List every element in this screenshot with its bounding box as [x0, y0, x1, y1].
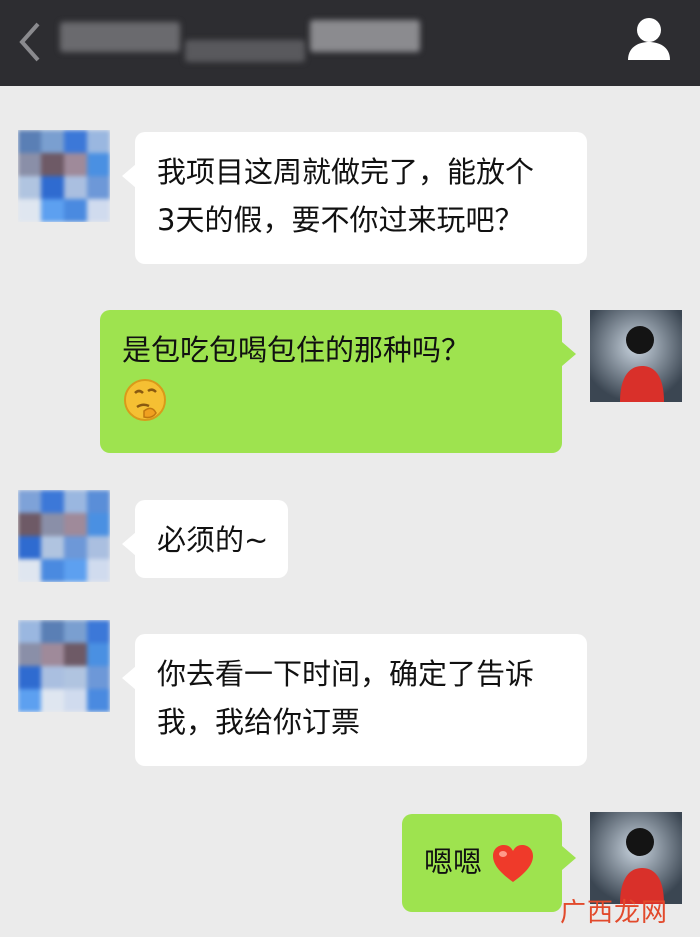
- message-row: 我项目这周就做完了，能放个 3天的假，要不你过来玩吧？: [0, 130, 700, 270]
- red-heart-icon: [493, 845, 534, 882]
- contact-name-blurred-2: [310, 20, 420, 52]
- user-photo-avatar: [590, 812, 682, 904]
- message-bubble-outgoing[interactable]: 是包吃包喝包住的那种吗？: [100, 310, 576, 453]
- message-bubble-outgoing[interactable]: 嗯嗯: [402, 814, 576, 912]
- message-text-line: 我，我给你订票: [157, 705, 361, 739]
- avatar[interactable]: [18, 490, 110, 582]
- message-text: 嗯嗯: [424, 845, 483, 879]
- message-text-line: 你去看一下时间，确定了告诉: [157, 657, 535, 691]
- avatar[interactable]: [590, 310, 682, 402]
- message-bubble-incoming[interactable]: 必须的~: [122, 500, 288, 578]
- message-bubble-incoming[interactable]: 你去看一下时间，确定了告诉 我，我给你订票: [122, 634, 587, 766]
- chat-header: [0, 0, 700, 86]
- avatar[interactable]: [590, 812, 682, 904]
- message-row: 你去看一下时间，确定了告诉 我，我给你订票: [0, 620, 700, 770]
- person-icon: [628, 18, 670, 60]
- message-text-line: 3天的假，要不你过来玩吧？: [157, 203, 524, 237]
- contact-name-blurred: [60, 22, 180, 52]
- watermark: 广西龙网: [559, 898, 668, 928]
- profile-button[interactable]: [626, 14, 672, 64]
- avatar[interactable]: [18, 130, 110, 222]
- emoji-line: [122, 374, 540, 423]
- message-bubble-incoming[interactable]: 我项目这周就做完了，能放个 3天的假，要不你过来玩吧？: [122, 132, 587, 264]
- message-text-line: 我项目这周就做完了，能放个: [157, 155, 535, 189]
- message-row: 是包吃包喝包住的那种吗？: [0, 310, 700, 456]
- message-text-line: 必须的~: [157, 523, 269, 557]
- user-photo-avatar: [590, 310, 682, 402]
- contact-name-blurred-3: [185, 40, 305, 62]
- message-text-line: 嗯嗯: [424, 838, 540, 886]
- thinking-face-icon: [124, 379, 166, 421]
- avatar[interactable]: [18, 620, 110, 712]
- back-button[interactable]: [10, 18, 50, 66]
- message-text-line: 是包吃包喝包住的那种吗？: [122, 333, 471, 367]
- chevron-left-icon: [19, 22, 40, 62]
- message-row: 必须的~: [0, 490, 700, 590]
